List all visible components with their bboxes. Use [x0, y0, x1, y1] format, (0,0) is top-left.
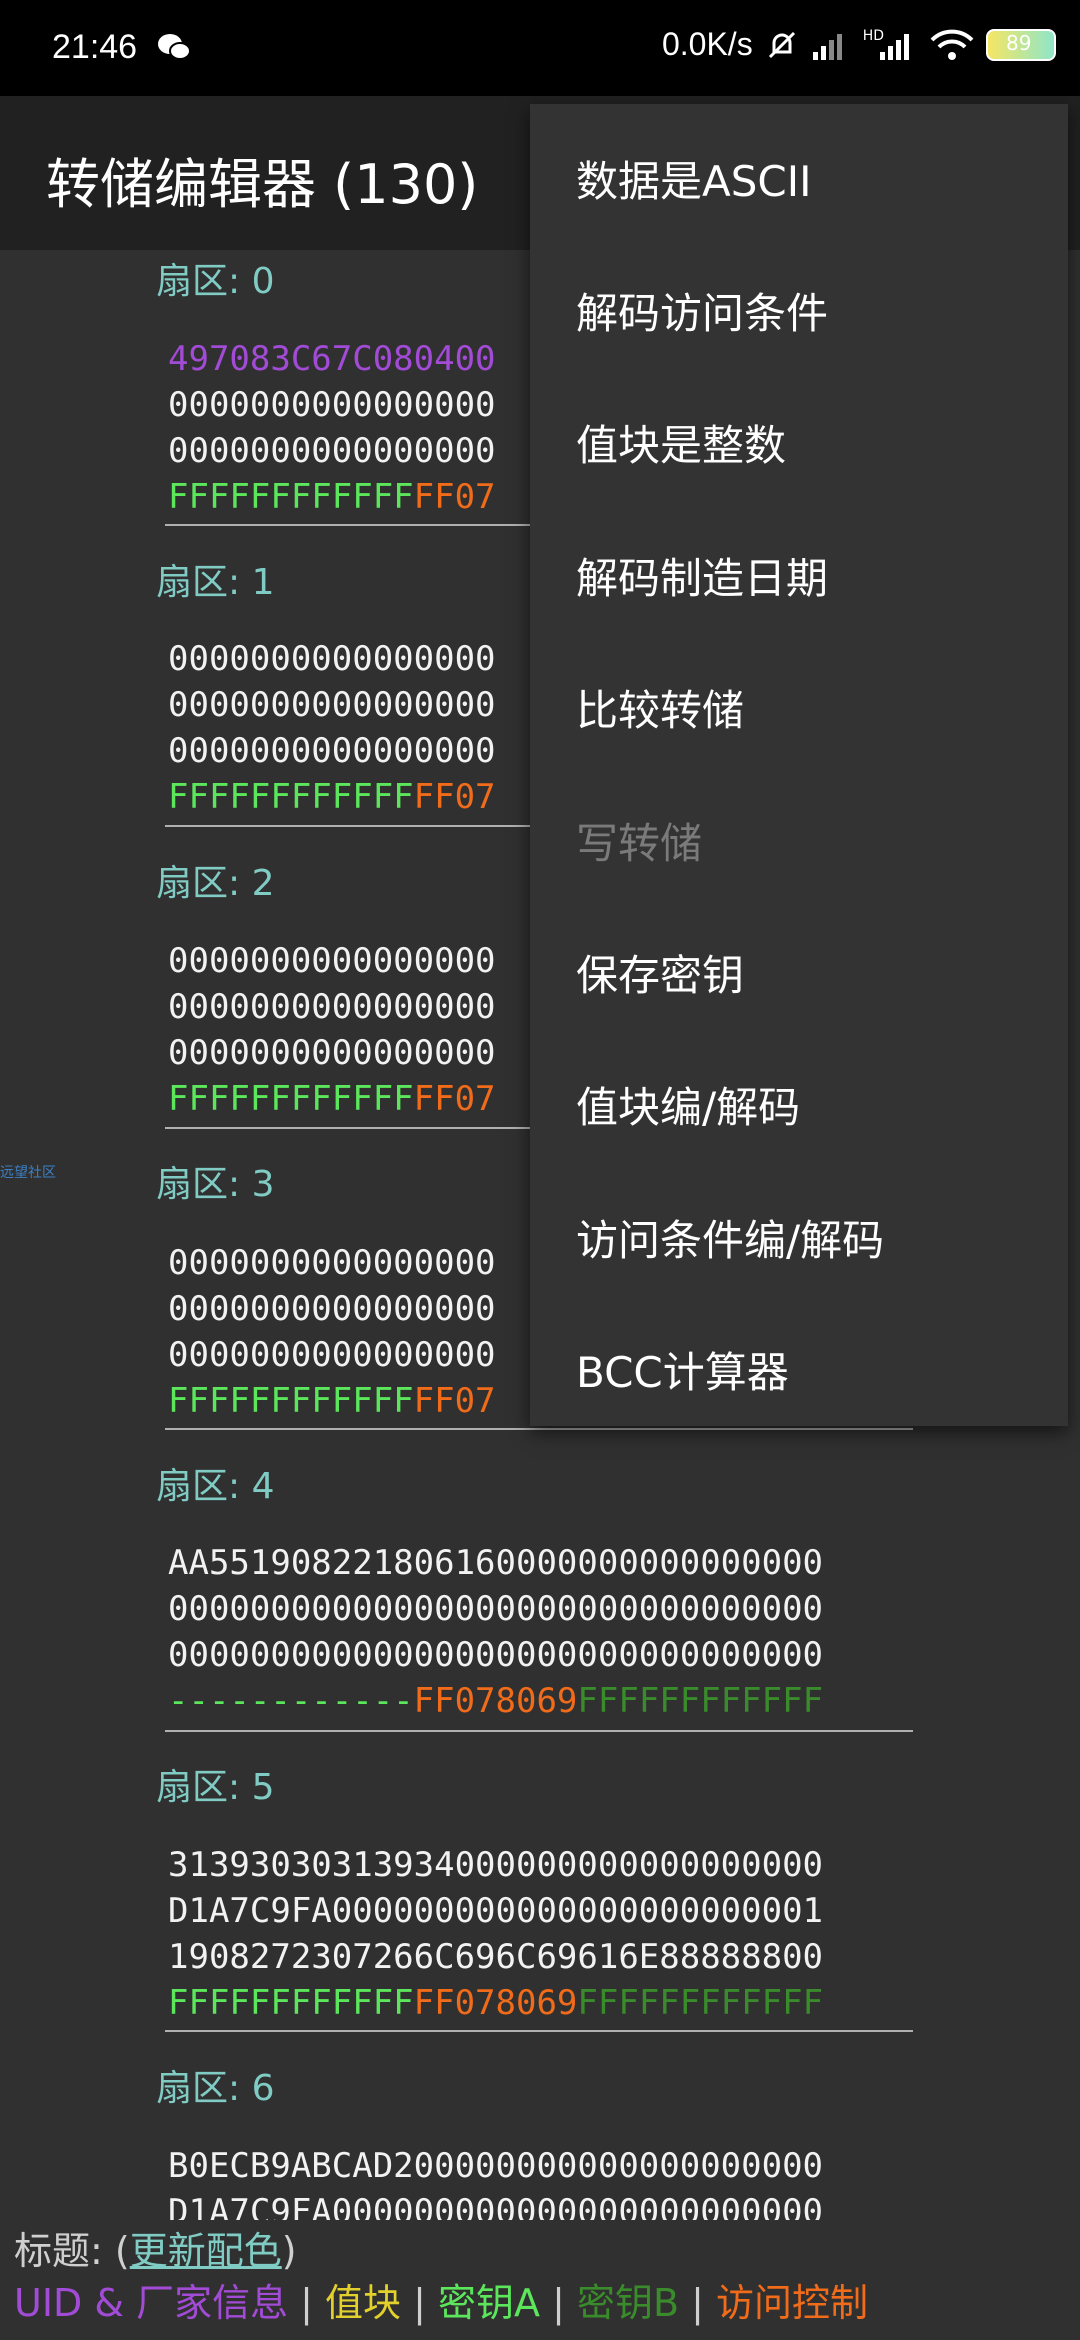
- status-right: 0.0K/s HD 89: [662, 26, 1056, 63]
- block-line: 00000000000000000000000000000000: [168, 1589, 824, 1629]
- wechat-icon: [158, 34, 191, 60]
- menu-item-bcc-calculator[interactable]: BCC计算器: [576, 1339, 789, 1399]
- sector-title: 扇区: 5: [156, 1767, 275, 1808]
- legend-title-row: 标题: (更新配色): [14, 2225, 868, 2277]
- trailer-access: FF07: [413, 1079, 496, 1119]
- status-bar: 21:46 0.0K/s HD 89: [0, 0, 1080, 96]
- status-time: 21:46: [52, 28, 138, 66]
- legend-key-a: 密钥A: [438, 2281, 541, 2325]
- legend-sep: |: [679, 2281, 717, 2325]
- sector-title: 扇区: 1: [156, 562, 275, 603]
- wifi-icon: [930, 29, 974, 60]
- block-line: 0000000000000000: [168, 1289, 496, 1329]
- trailer-key-a: ------------: [168, 1681, 414, 1721]
- trailer-access: FF078069: [413, 1983, 578, 2023]
- sector-title: 扇区: 3: [156, 1164, 275, 1205]
- block-line: 0000000000000000: [168, 1335, 496, 1375]
- block-line: D1A7C9FA000000000000000000000000: [168, 2192, 824, 2220]
- block-line: AA551908221806160000000000000000: [168, 1543, 824, 1583]
- trailer-key-a: FFFFFFFFFFFF: [168, 1381, 414, 1421]
- trailer-access: FF07: [413, 777, 496, 817]
- trailer-key-a: FFFFFFFFFFFF: [168, 777, 414, 817]
- menu-item-decode-date[interactable]: 解码制造日期: [576, 545, 828, 605]
- legend-sep: |: [540, 2281, 577, 2325]
- block-line: B0ECB9ABCAD200000000000000000000: [168, 2146, 824, 2186]
- sector-divider: [165, 1730, 913, 1732]
- menu-item-access-codec[interactable]: 访问条件编/解码: [576, 1207, 884, 1267]
- battery-icon: 89: [986, 28, 1056, 61]
- menu-item-value-codec[interactable]: 值块编/解码: [576, 1074, 800, 1134]
- trailer-key-a: FFFFFFFFFFFF: [168, 477, 414, 517]
- sector-blocks[interactable]: 497083C67C080400 0000000000000000 000000…: [168, 336, 496, 520]
- block-line: 0000000000000000: [168, 731, 496, 771]
- menu-item-save-keys[interactable]: 保存密钥: [576, 942, 744, 1002]
- signal-icon: [812, 33, 842, 60]
- legend-prefix: 标题: (: [14, 2229, 130, 2273]
- legend-sep: |: [401, 2281, 439, 2325]
- color-legend: 标题: (更新配色) UID & 厂家信息 | 值块 | 密钥A | 密钥B |…: [14, 2225, 868, 2329]
- sector-title: 扇区: 6: [156, 2068, 275, 2109]
- sector-blocks[interactable]: 31393030313934000000000000000000 D1A7C9F…: [168, 1842, 823, 2026]
- legend-access: 访问控制: [716, 2281, 869, 2325]
- legend-key-b: 密钥B: [577, 2281, 680, 2325]
- block-line: 00000000000000000000000000000000: [168, 1635, 824, 1675]
- block-line: 497083C67C080400: [168, 339, 496, 379]
- sector-blocks[interactable]: B0ECB9ABCAD200000000000000000000 D1A7C9F…: [168, 2143, 823, 2220]
- menu-item-write-dump: 写转储: [576, 819, 703, 868]
- sector-title: 扇区: 2: [156, 863, 275, 904]
- sector-blocks[interactable]: 0000000000000000 0000000000000000 000000…: [168, 636, 496, 820]
- network-speed: 0.0K/s: [661, 26, 753, 62]
- menu-item-decode-access[interactable]: 解码访问条件: [576, 280, 828, 340]
- battery-level: 89: [1006, 30, 1032, 55]
- legend-colors-row: UID & 厂家信息 | 值块 | 密钥A | 密钥B | 访问控制: [14, 2277, 868, 2329]
- menu-item-value-integer[interactable]: 值块是整数: [576, 412, 786, 472]
- menu-item-compare-dump[interactable]: 比较转储: [576, 677, 744, 737]
- legend-uid: UID & 厂家信息: [14, 2281, 289, 2325]
- page-title: 转储编辑器 (130): [46, 153, 479, 216]
- overflow-menu: 数据是ASCII 解码访问条件 值块是整数 解码制造日期 比较转储 写转储 保存…: [530, 104, 1068, 1426]
- sector-divider: [165, 1428, 913, 1430]
- block-line: 0000000000000000: [168, 639, 496, 679]
- legend-sep: |: [288, 2281, 326, 2325]
- sector-title: 扇区: 4: [156, 1466, 275, 1507]
- side-watermark: 远望社区: [0, 1165, 56, 1181]
- trailer-access: FF07: [413, 1381, 496, 1421]
- sector-blocks[interactable]: 0000000000000000 0000000000000000 000000…: [168, 938, 496, 1122]
- update-colors-link[interactable]: 更新配色: [130, 2229, 282, 2273]
- sector-divider: [165, 2030, 913, 2032]
- block-line: 0000000000000000: [168, 941, 496, 981]
- signal-hd-icon: [880, 33, 909, 60]
- trailer-access: FF078069: [413, 1681, 578, 1721]
- trailer-key-a: FFFFFFFFFFFF: [168, 1983, 414, 2023]
- block-line: 0000000000000000: [168, 987, 496, 1027]
- block-line: 0000000000000000: [168, 685, 496, 725]
- sector-blocks[interactable]: 0000000000000000 0000000000000000 000000…: [168, 1240, 496, 1424]
- legend-value-block: 值块: [325, 2281, 402, 2325]
- trailer-key-a: FFFFFFFFFFFF: [168, 1079, 414, 1119]
- block-line: 1908272307266C696C69616E88888800: [168, 1937, 824, 1977]
- block-line: 0000000000000000: [168, 385, 496, 425]
- block-line: 0000000000000000: [168, 431, 496, 471]
- trailer-access: FF07: [413, 477, 496, 517]
- block-line: 0000000000000000: [168, 1033, 496, 1073]
- legend-suffix: ): [281, 2229, 297, 2273]
- block-line: 0000000000000000: [168, 1243, 496, 1283]
- mute-bell-icon: [768, 31, 795, 58]
- menu-item-data-ascii[interactable]: 数据是ASCII: [576, 148, 812, 208]
- sector-title: 扇区: 0: [156, 261, 275, 302]
- block-line: D1A7C9FA000000000000000000000001: [168, 1891, 824, 1931]
- trailer-key-b: FFFFFFFFFFFF: [577, 1681, 824, 1721]
- trailer-key-b: FFFFFFFFFFFF: [577, 1983, 824, 2023]
- sector-blocks[interactable]: AA551908221806160000000000000000 0000000…: [168, 1540, 823, 1724]
- block-line: 31393030313934000000000000000000: [168, 1845, 824, 1885]
